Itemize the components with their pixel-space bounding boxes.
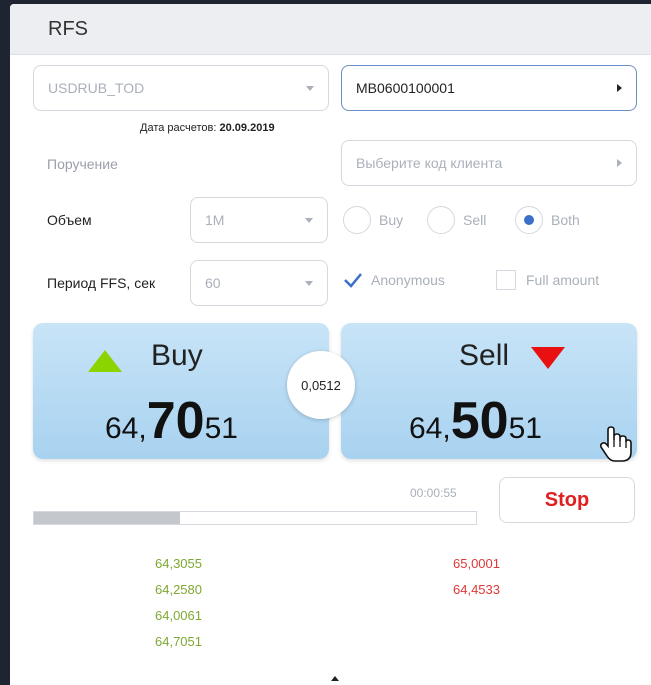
bid-quote: 64,2580 [155,582,202,597]
ask-quote: 64,4533 [453,582,500,597]
account-value: MB0600100001 [356,80,455,96]
buy-panel[interactable]: Buy 64,7051 [33,323,329,459]
bid-quote: 64,0061 [155,608,202,623]
checkmark-icon [343,270,363,290]
radio-dot [524,215,534,225]
sell-label: Sell [459,339,510,372]
full-amount-label: Full amount [526,272,600,288]
spread-value: 0,0512 [287,351,355,419]
anonymous-label: Anonymous [371,272,445,288]
radio-buy[interactable]: Buy [343,206,403,234]
bid-quote: 64,7051 [155,634,202,649]
progress-fill [34,512,180,524]
settlement-date: Дата расчетов: 20.09.2019 [140,122,275,134]
radio-sell[interactable]: Sell [427,206,486,234]
sell-price-suffix: 51 [508,412,542,445]
client-code-select[interactable]: Выберите код клиента [341,140,637,186]
bid-quotes-list: 64,3055 64,2580 64,0061 64,7051 [155,551,202,655]
account-select[interactable]: MB0600100001 [341,65,637,111]
radio-both-label: Both [551,212,580,228]
period-value: 60 [205,275,221,291]
buy-price-prefix: 64, [105,412,147,445]
sell-price: 64,5051 [409,391,542,451]
settlement-date-value: 20.09.2019 [219,122,275,134]
settlement-label: Дата расчетов: [140,122,217,134]
ask-quotes-list: 65,0001 64,4533 [453,551,500,603]
scroll-up-icon[interactable] [331,676,339,681]
bid-quote: 64,3055 [155,556,202,571]
radio-buy-label: Buy [379,212,404,228]
chevron-down-icon [305,280,313,286]
anonymous-checkbox[interactable]: Anonymous [343,270,445,290]
chevron-down-icon [306,85,314,91]
chevron-down-icon [305,217,313,223]
instrument-value: USDRUB_TOD [48,80,145,96]
hand-cursor-icon [599,426,632,462]
buy-price: 64,7051 [105,391,238,451]
radio-circle [343,206,371,234]
order-label: Поручение [47,156,118,172]
period-select[interactable]: 60 [190,260,328,306]
client-code-placeholder: Выберите код клиента [356,155,503,171]
radio-circle-selected [515,206,543,234]
sell-price-prefix: 64, [409,412,451,445]
checkbox-box [496,270,516,290]
ask-quote: 65,0001 [453,556,500,571]
progress-bar [33,511,477,525]
countdown-timer: 00:00:55 [410,486,457,500]
arrow-up-icon [88,350,122,372]
radio-circle [427,206,455,234]
radio-both[interactable]: Both [515,206,580,234]
volume-select[interactable]: 1M [190,197,328,243]
volume-value: 1M [205,212,225,228]
rfs-window: RFS USDRUB_TOD MB0600100001 Дата расчето… [10,4,651,685]
stop-button[interactable]: Stop [499,477,635,523]
full-amount-checkbox[interactable]: Full amount [496,270,599,290]
buy-price-suffix: 51 [204,412,238,445]
sell-price-big: 50 [450,392,509,450]
sell-panel[interactable]: Sell 64,5051 [341,323,637,459]
arrow-down-icon [531,347,565,369]
volume-label: Объем [47,212,92,228]
period-label: Период FFS, сек [47,275,156,291]
chevron-right-icon [617,159,622,167]
radio-sell-label: Sell [463,212,487,228]
buy-label: Buy [151,339,203,372]
instrument-select[interactable]: USDRUB_TOD [33,65,329,111]
window-title: RFS [10,4,651,55]
chevron-right-icon [617,84,622,92]
buy-price-big: 70 [146,392,205,450]
